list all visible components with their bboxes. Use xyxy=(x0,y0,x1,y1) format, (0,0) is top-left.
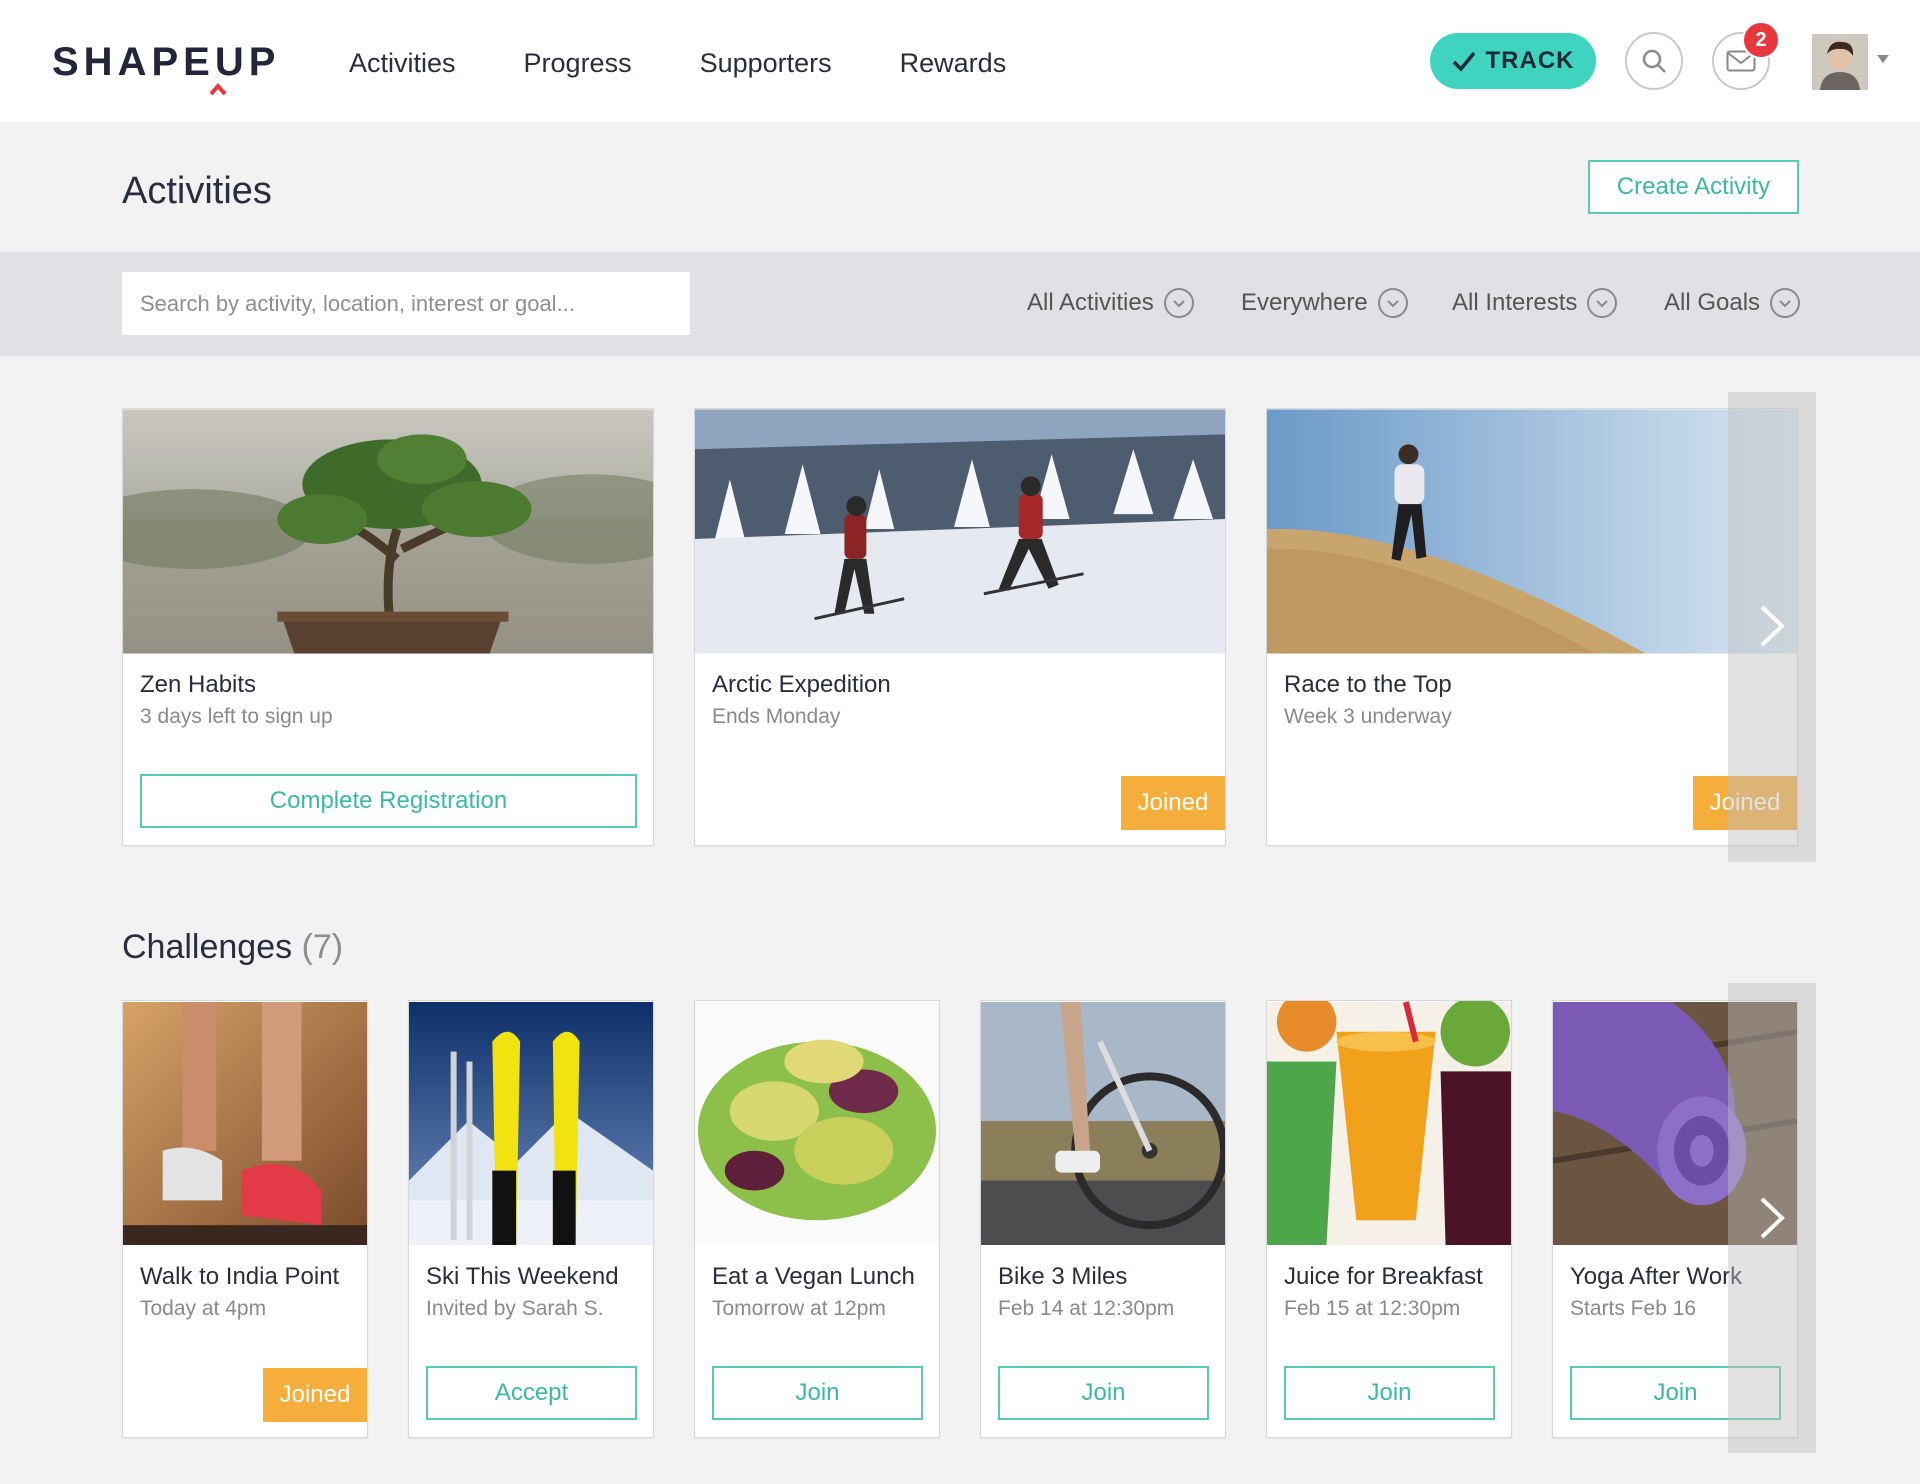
card-title: Walk to India Point xyxy=(140,1263,340,1290)
card-title: Arctic Expedition xyxy=(712,671,891,698)
logo-caret-icon xyxy=(209,82,227,96)
filter-label: All Goals xyxy=(1664,289,1761,316)
joined-badge: Joined xyxy=(263,1368,367,1422)
challenges-heading: Challenges (7) xyxy=(122,928,343,967)
nav-supporters[interactable]: Supporters xyxy=(700,48,832,79)
challenge-card-bike[interactable]: Bike 3 Miles Feb 14 at 12:30pm Join xyxy=(980,1000,1226,1438)
card-subtitle: Tomorrow at 12pm xyxy=(712,1297,886,1320)
carousel-next-arrow-icon[interactable] xyxy=(1757,1195,1787,1241)
card-title: Yoga After Work xyxy=(1570,1263,1743,1290)
track-button[interactable]: TRACK xyxy=(1430,33,1596,89)
track-button-label: TRACK xyxy=(1485,47,1575,74)
create-activity-button[interactable]: Create Activity xyxy=(1588,160,1799,214)
shapeup-logo[interactable]: SHAPEUP xyxy=(52,40,280,85)
card-title: Juice for Breakfast xyxy=(1284,1263,1483,1290)
filter-all-interests[interactable]: All Interests xyxy=(1452,288,1618,318)
main-nav: Activities Progress Supporters Rewards xyxy=(349,48,1006,79)
challenge-card-juice[interactable]: Juice for Breakfast Feb 15 at 12:30pm Jo… xyxy=(1266,1000,1512,1438)
card-title: Eat a Vegan Lunch xyxy=(712,1263,915,1290)
notification-badge: 2 xyxy=(1742,21,1780,59)
chevron-down-icon xyxy=(1587,288,1618,318)
join-button[interactable]: Join xyxy=(712,1366,923,1420)
nav-rewards[interactable]: Rewards xyxy=(900,48,1007,79)
activity-image-dune-runner xyxy=(1267,409,1797,654)
card-title: Bike 3 Miles xyxy=(998,1263,1128,1290)
card-subtitle: Ends Monday xyxy=(712,705,841,728)
chevron-down-icon xyxy=(1770,288,1801,318)
challenge-image-salad xyxy=(695,1001,939,1246)
nav-progress[interactable]: Progress xyxy=(524,48,632,79)
card-subtitle: Invited by Sarah S. xyxy=(426,1297,604,1320)
challenge-image-juices xyxy=(1267,1001,1511,1246)
carousel-next-arrow-icon[interactable] xyxy=(1757,603,1787,649)
card-title: Ski This Weekend xyxy=(426,1263,619,1290)
join-button[interactable]: Join xyxy=(998,1366,1209,1420)
chevron-down-icon xyxy=(1377,288,1408,318)
check-icon xyxy=(1452,51,1475,72)
filter-label: All Activities xyxy=(1027,289,1154,316)
card-title: Zen Habits xyxy=(140,671,257,698)
search-icon xyxy=(1642,49,1666,73)
challenge-image-running-shoes xyxy=(123,1001,367,1246)
challenge-image-skis xyxy=(409,1001,653,1246)
activity-image-skiers xyxy=(695,409,1225,654)
caret-down-icon[interactable] xyxy=(1876,54,1890,64)
challenge-card-walk[interactable]: Walk to India Point Today at 4pm Joined xyxy=(122,1000,368,1438)
activity-card-race-to-the-top[interactable]: Race to the Top Week 3 underway Joined xyxy=(1266,408,1798,846)
filter-all-activities[interactable]: All Activities xyxy=(1027,288,1194,318)
user-avatar[interactable] xyxy=(1812,34,1868,90)
card-title: Race to the Top xyxy=(1284,671,1452,698)
avatar-portrait xyxy=(1812,34,1868,90)
challenges-title: Challenges xyxy=(122,928,293,966)
challenges-count: (7) xyxy=(301,928,344,966)
card-subtitle: 3 days left to sign up xyxy=(140,705,333,728)
challenge-card-ski[interactable]: Ski This Weekend Invited by Sarah S. Acc… xyxy=(408,1000,654,1438)
search-input[interactable] xyxy=(122,272,690,335)
card-subtitle: Week 3 underway xyxy=(1284,705,1452,728)
card-subtitle: Feb 15 at 12:30pm xyxy=(1284,1297,1461,1320)
card-subtitle: Starts Feb 16 xyxy=(1570,1297,1697,1320)
join-button[interactable]: Join xyxy=(1284,1366,1495,1420)
filter-everywhere[interactable]: Everywhere xyxy=(1241,288,1408,318)
accept-button[interactable]: Accept xyxy=(426,1366,637,1420)
activity-card-zen-habits[interactable]: Zen Habits 3 days left to sign up Comple… xyxy=(122,408,654,846)
filter-label: All Interests xyxy=(1452,289,1578,316)
complete-registration-button[interactable]: Complete Registration xyxy=(140,774,637,828)
logo-text-shape: SHAPE xyxy=(52,40,215,84)
activity-image-bonsai xyxy=(123,409,653,654)
joined-badge: Joined xyxy=(1121,776,1225,830)
top-navigation-bar: SHAPEUP Activities Progress Supporters R… xyxy=(0,0,1920,122)
card-subtitle: Today at 4pm xyxy=(140,1297,267,1320)
page-title: Activities xyxy=(122,170,272,212)
nav-activities[interactable]: Activities xyxy=(349,48,456,79)
filter-label: Everywhere xyxy=(1241,289,1368,316)
challenge-card-vegan-lunch[interactable]: Eat a Vegan Lunch Tomorrow at 12pm Join xyxy=(694,1000,940,1438)
activity-card-arctic-expedition[interactable]: Arctic Expedition Ends Monday Joined xyxy=(694,408,1226,846)
filter-all-goals[interactable]: All Goals xyxy=(1664,288,1801,318)
logo-text-up: UP xyxy=(214,40,281,84)
chevron-down-icon xyxy=(1163,288,1194,318)
challenge-image-bike xyxy=(981,1001,1225,1246)
card-subtitle: Feb 14 at 12:30pm xyxy=(998,1297,1175,1320)
search-button[interactable] xyxy=(1625,32,1683,90)
